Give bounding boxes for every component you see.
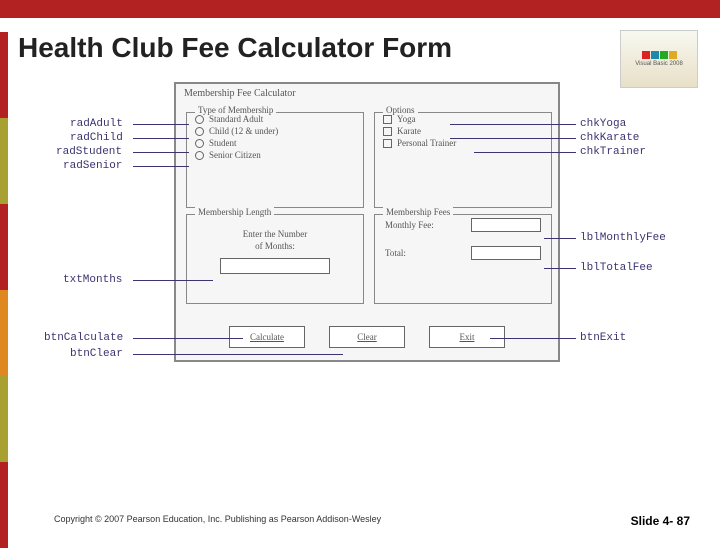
- radio-icon: [195, 115, 204, 124]
- checkbox-karate[interactable]: Karate: [375, 125, 551, 137]
- callout-line: [133, 338, 243, 339]
- group-label: Type of Membership: [195, 105, 276, 115]
- radio-icon: [195, 139, 204, 148]
- group-label: Membership Fees: [383, 207, 453, 217]
- checkbox-icon: [383, 115, 392, 124]
- callout-line: [133, 166, 189, 167]
- group-membership-fees: Membership Fees Monthly Fee: Total:: [374, 214, 552, 304]
- callout-line: [450, 124, 576, 125]
- callout-line: [133, 280, 213, 281]
- slide-number: Slide 4- 87: [631, 514, 690, 528]
- callout-line: [133, 354, 343, 355]
- callout-lbltotalfee: lblTotalFee: [580, 262, 653, 274]
- radio-senior[interactable]: Senior Citizen: [187, 149, 363, 161]
- months-prompt: Enter the Numberof Months:: [187, 229, 363, 252]
- monthly-fee-output: [471, 218, 541, 232]
- callout-line: [544, 238, 576, 239]
- group-options: Options Yoga Karate Personal Trainer: [374, 112, 552, 208]
- callout-line: [133, 138, 189, 139]
- slide-title: Health Club Fee Calculator Form: [18, 32, 720, 64]
- callout-line: [133, 152, 189, 153]
- callout-chkkarate: chkKarate: [580, 132, 639, 144]
- total-fee-output: [471, 246, 541, 260]
- callout-lblmonthlyfee: lblMonthlyFee: [580, 232, 666, 244]
- window-title: Membership Fee Calculator: [184, 88, 296, 99]
- callout-btnclear: btnClear: [70, 348, 123, 360]
- group-type-of-membership: Type of Membership Standard Adult Child …: [186, 112, 364, 208]
- callout-btnexit: btnExit: [580, 332, 626, 344]
- callout-chktrainer: chkTrainer: [580, 146, 646, 158]
- callout-line: [490, 338, 576, 339]
- radio-icon: [195, 127, 204, 136]
- side-color-bars: [0, 32, 8, 548]
- callout-txtmonths: txtMonths: [63, 274, 122, 286]
- copyright-text: Copyright © 2007 Pearson Education, Inc.…: [54, 514, 381, 528]
- top-red-band: [0, 0, 720, 18]
- calculate-button[interactable]: Calculate: [229, 326, 305, 348]
- callout-line: [450, 138, 576, 139]
- group-membership-length: Membership Length Enter the Numberof Mon…: [186, 214, 364, 304]
- callout-radsenior: radSenior: [63, 160, 122, 172]
- callout-line: [133, 124, 189, 125]
- callout-line: [474, 152, 576, 153]
- callout-line: [544, 268, 576, 269]
- clear-button[interactable]: Clear: [329, 326, 405, 348]
- callout-btncalculate: btnCalculate: [44, 332, 123, 344]
- footer: Copyright © 2007 Pearson Education, Inc.…: [0, 514, 720, 528]
- book-logo: Visual Basic 2008: [620, 30, 698, 88]
- callout-radstudent: radStudent: [56, 146, 122, 158]
- radio-child[interactable]: Child (12 & under): [187, 125, 363, 137]
- group-label: Options: [383, 105, 418, 115]
- callout-radadult: radAdult: [70, 118, 123, 130]
- group-label: Membership Length: [195, 207, 274, 217]
- button-row: Calculate Clear Exit: [176, 326, 558, 348]
- callout-chkyoga: chkYoga: [580, 118, 626, 130]
- total-fee-label: Total:: [385, 248, 406, 258]
- radio-student[interactable]: Student: [187, 137, 363, 149]
- months-input[interactable]: [220, 258, 330, 274]
- radio-icon: [195, 151, 204, 160]
- checkbox-icon: [383, 127, 392, 136]
- exit-button[interactable]: Exit: [429, 326, 505, 348]
- checkbox-icon: [383, 139, 392, 148]
- monthly-fee-label: Monthly Fee:: [385, 220, 434, 230]
- callout-radchild: radChild: [70, 132, 123, 144]
